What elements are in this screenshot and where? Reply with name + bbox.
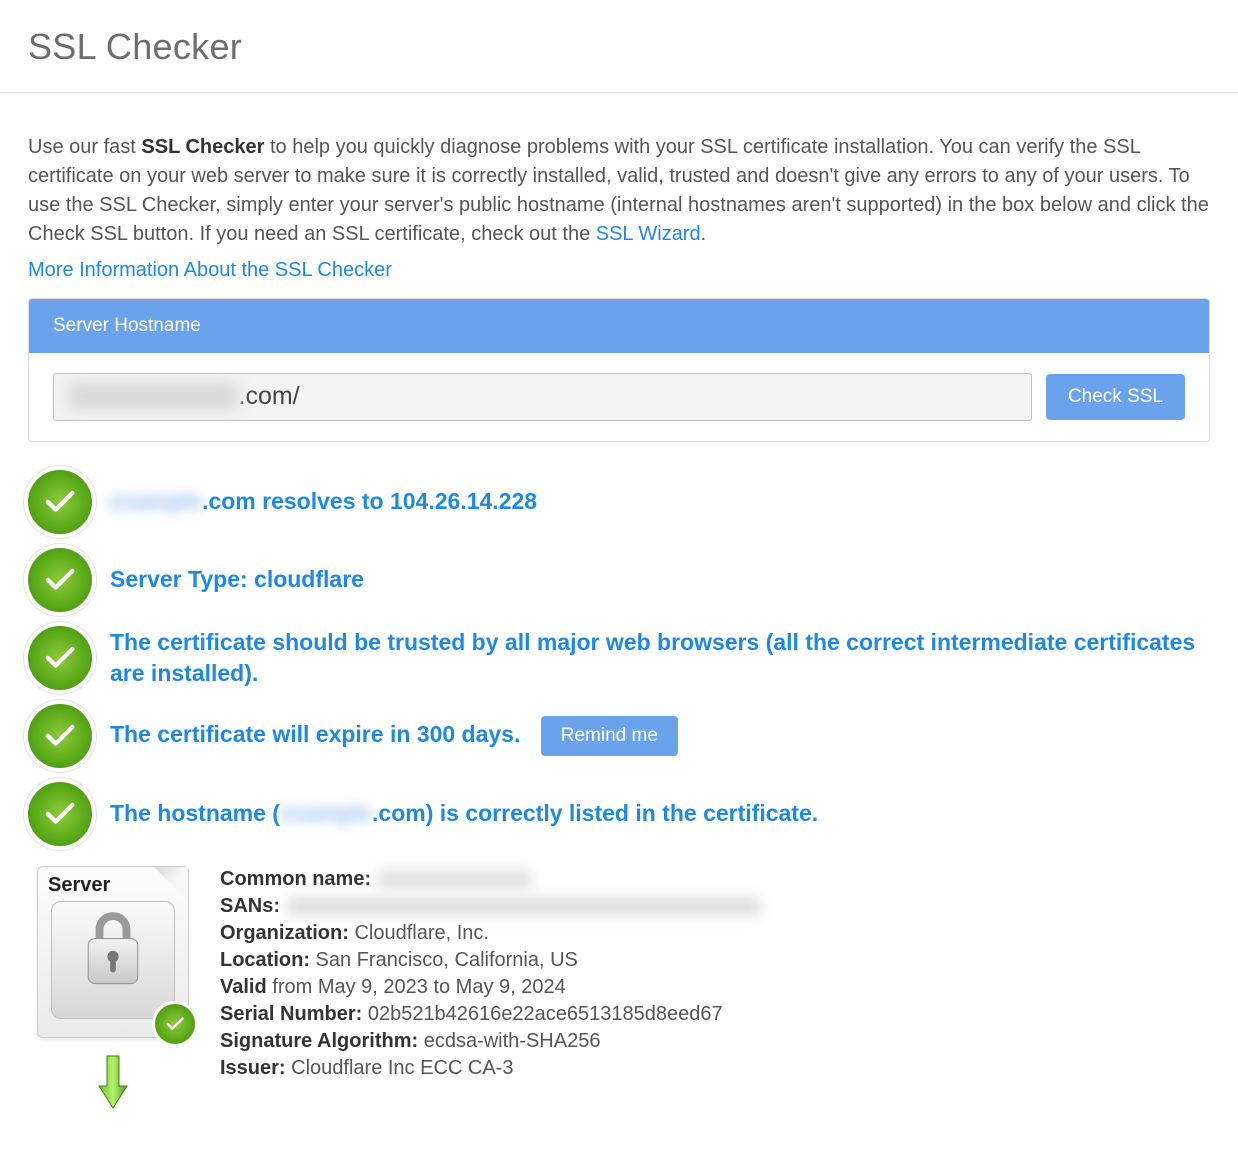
check-icon	[28, 704, 92, 768]
intro-strong: SSL Checker	[141, 136, 264, 158]
issuer-label: Issuer:	[220, 1057, 286, 1079]
check-icon	[28, 548, 92, 612]
check-icon	[28, 626, 92, 690]
result-expire: The certificate will expire in 300 days.…	[28, 704, 1210, 768]
panel-body: xxxxxxxxxxxxx.com/ Check SSL	[29, 353, 1209, 441]
hostname-input[interactable]: xxxxxxxxxxxxx.com/	[53, 373, 1032, 421]
sig-label: Signature Algorithm:	[220, 1030, 418, 1052]
result-text: The certificate should be trusted by all…	[110, 627, 1210, 689]
result-resolves: example.com resolves to 104.26.14.228	[28, 470, 1210, 534]
sig-value: ecdsa-with-SHA256	[418, 1030, 600, 1052]
more-info-link[interactable]: More Information About the SSL Checker	[28, 259, 1210, 282]
down-arrow-icon	[93, 1052, 133, 1117]
intro-period: .	[701, 223, 707, 245]
organization-value: Cloudflare, Inc.	[349, 922, 489, 944]
serial-label: Serial Number:	[220, 1003, 362, 1025]
check-ssl-button[interactable]: Check SSL	[1046, 374, 1185, 420]
server-icon: Server	[37, 866, 189, 1038]
common-name-value: xxxxxxxxxxxxxxx	[377, 868, 533, 890]
valid-value: from May 9, 2023 to May 9, 2024	[267, 976, 566, 998]
hostname-suffix: .com/	[239, 382, 300, 410]
valid-label: Valid	[220, 976, 267, 998]
organization-label: Organization:	[220, 922, 349, 944]
result-text: The hostname (example.com) is correctly …	[110, 798, 1210, 829]
check-icon	[28, 470, 92, 534]
results-list: example.com resolves to 104.26.14.228 Se…	[28, 470, 1210, 1117]
intro-text-before: Use our fast	[28, 136, 141, 158]
ssl-wizard-link[interactable]: SSL Wizard	[596, 223, 701, 245]
serial-value: 02b521b42616e22ace6513185d8eed67	[362, 1003, 722, 1025]
location-value: San Francisco, California, US	[310, 949, 578, 971]
lock-icon	[51, 901, 175, 1019]
page-title: SSL Checker	[28, 26, 1210, 68]
hostname-blurred-prefix: xxxxxxxxxxxxx	[68, 382, 239, 410]
server-icon-column: Server	[28, 866, 198, 1117]
server-icon-label: Server	[48, 874, 180, 897]
intro-paragraph: Use our fast SSL Checker to help you qui…	[28, 133, 1210, 249]
sans-label: SANs:	[220, 895, 280, 917]
result-trusted: The certificate should be trusted by all…	[28, 626, 1210, 690]
check-icon	[28, 782, 92, 846]
result-hostname: The hostname (example.com) is correctly …	[28, 782, 1210, 846]
result-server-type: Server Type: cloudflare	[28, 548, 1210, 612]
certificate-block: Server	[28, 866, 1210, 1117]
check-icon	[152, 1001, 198, 1047]
remind-me-button[interactable]: Remind me	[541, 716, 678, 756]
hostname-panel: Server Hostname xxxxxxxxxxxxx.com/ Check…	[28, 298, 1210, 442]
sans-value: xxxxxxxxxxxxxxxxxxxxxxxxxxxxxxxxxxxxxxxx…	[286, 895, 762, 917]
result-text: The certificate will expire in 300 days.…	[110, 716, 1210, 756]
issuer-value: Cloudflare Inc ECC CA-3	[286, 1057, 514, 1079]
result-text: example.com resolves to 104.26.14.228	[110, 486, 1210, 517]
common-name-label: Common name:	[220, 868, 371, 890]
result-text: Server Type: cloudflare	[110, 564, 1210, 595]
certificate-info: Common name: xxxxxxxxxxxxxxx SANs: xxxxx…	[220, 866, 762, 1082]
result-blurred-domain: example	[110, 488, 202, 514]
location-label: Location:	[220, 949, 310, 971]
panel-header-label: Server Hostname	[29, 299, 1209, 353]
